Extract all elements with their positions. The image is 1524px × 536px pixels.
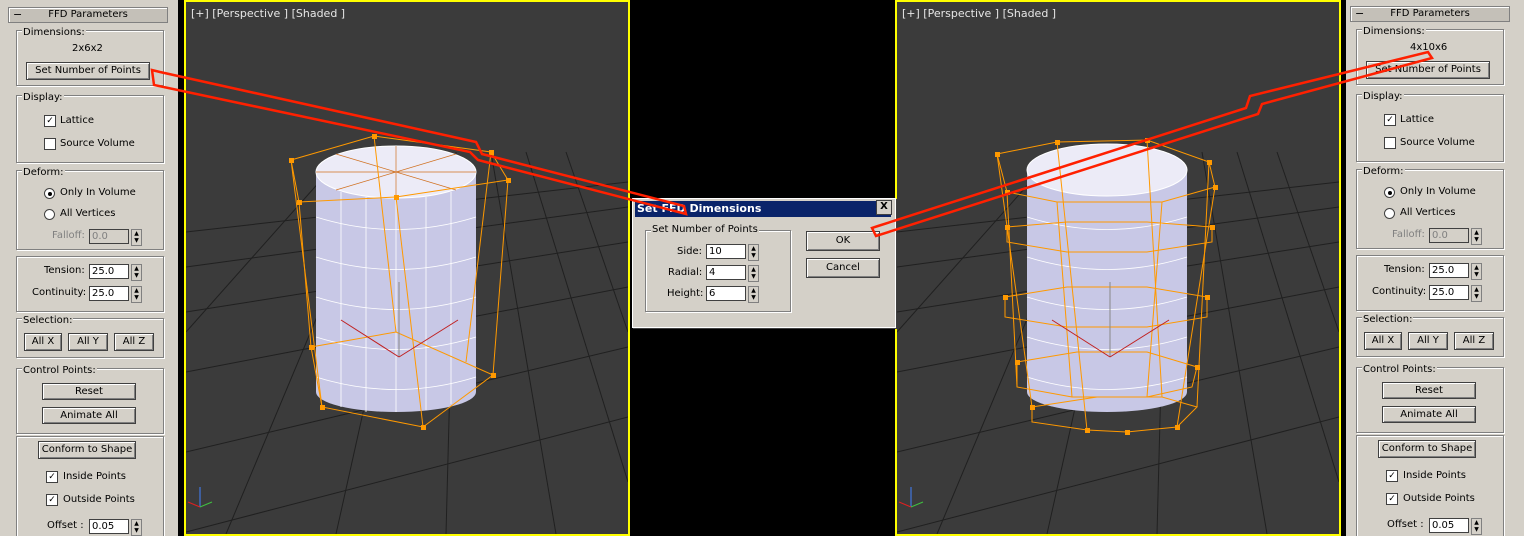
annotation-arrows	[150, 50, 1435, 238]
left-annotation-arrow	[150, 68, 688, 216]
right-annotation-arrow	[870, 50, 1435, 238]
